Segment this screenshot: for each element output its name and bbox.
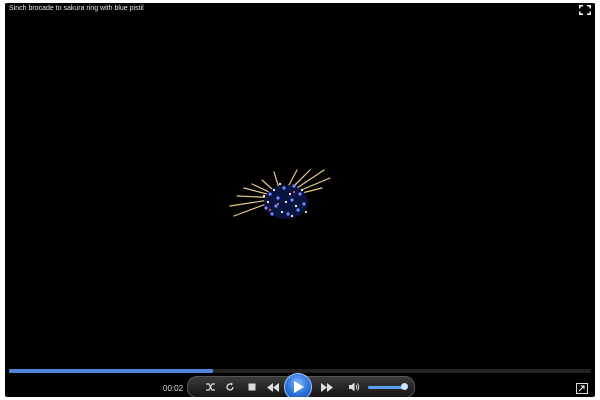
transport-controls xyxy=(187,373,415,397)
volume-level xyxy=(368,386,405,389)
previous-icon xyxy=(267,382,279,392)
seek-progress xyxy=(9,369,213,373)
volume-icon xyxy=(348,382,359,392)
mute-button[interactable] xyxy=(346,377,362,397)
stop-icon xyxy=(248,383,256,391)
previous-button[interactable] xyxy=(264,377,282,397)
stop-button[interactable] xyxy=(244,377,260,397)
shuffle-icon xyxy=(205,383,215,391)
fullscreen-icon[interactable] xyxy=(579,5,591,15)
play-icon xyxy=(293,381,304,393)
video-frame[interactable] xyxy=(5,3,595,367)
repeat-icon xyxy=(226,382,234,391)
video-player: Sinch brocade to sakura ring with blue p… xyxy=(5,3,595,397)
repeat-button[interactable] xyxy=(222,377,238,397)
next-button[interactable] xyxy=(318,377,336,397)
current-time: 00:02 xyxy=(163,384,184,393)
next-icon xyxy=(321,382,333,392)
volume-slider[interactable] xyxy=(368,383,409,390)
play-button[interactable] xyxy=(284,373,312,397)
volume-slider-handle[interactable] xyxy=(401,383,409,390)
video-title: Sinch brocade to sakura ring with blue p… xyxy=(9,5,144,12)
shuffle-button[interactable] xyxy=(202,377,218,397)
switch-view-icon[interactable] xyxy=(576,383,588,394)
